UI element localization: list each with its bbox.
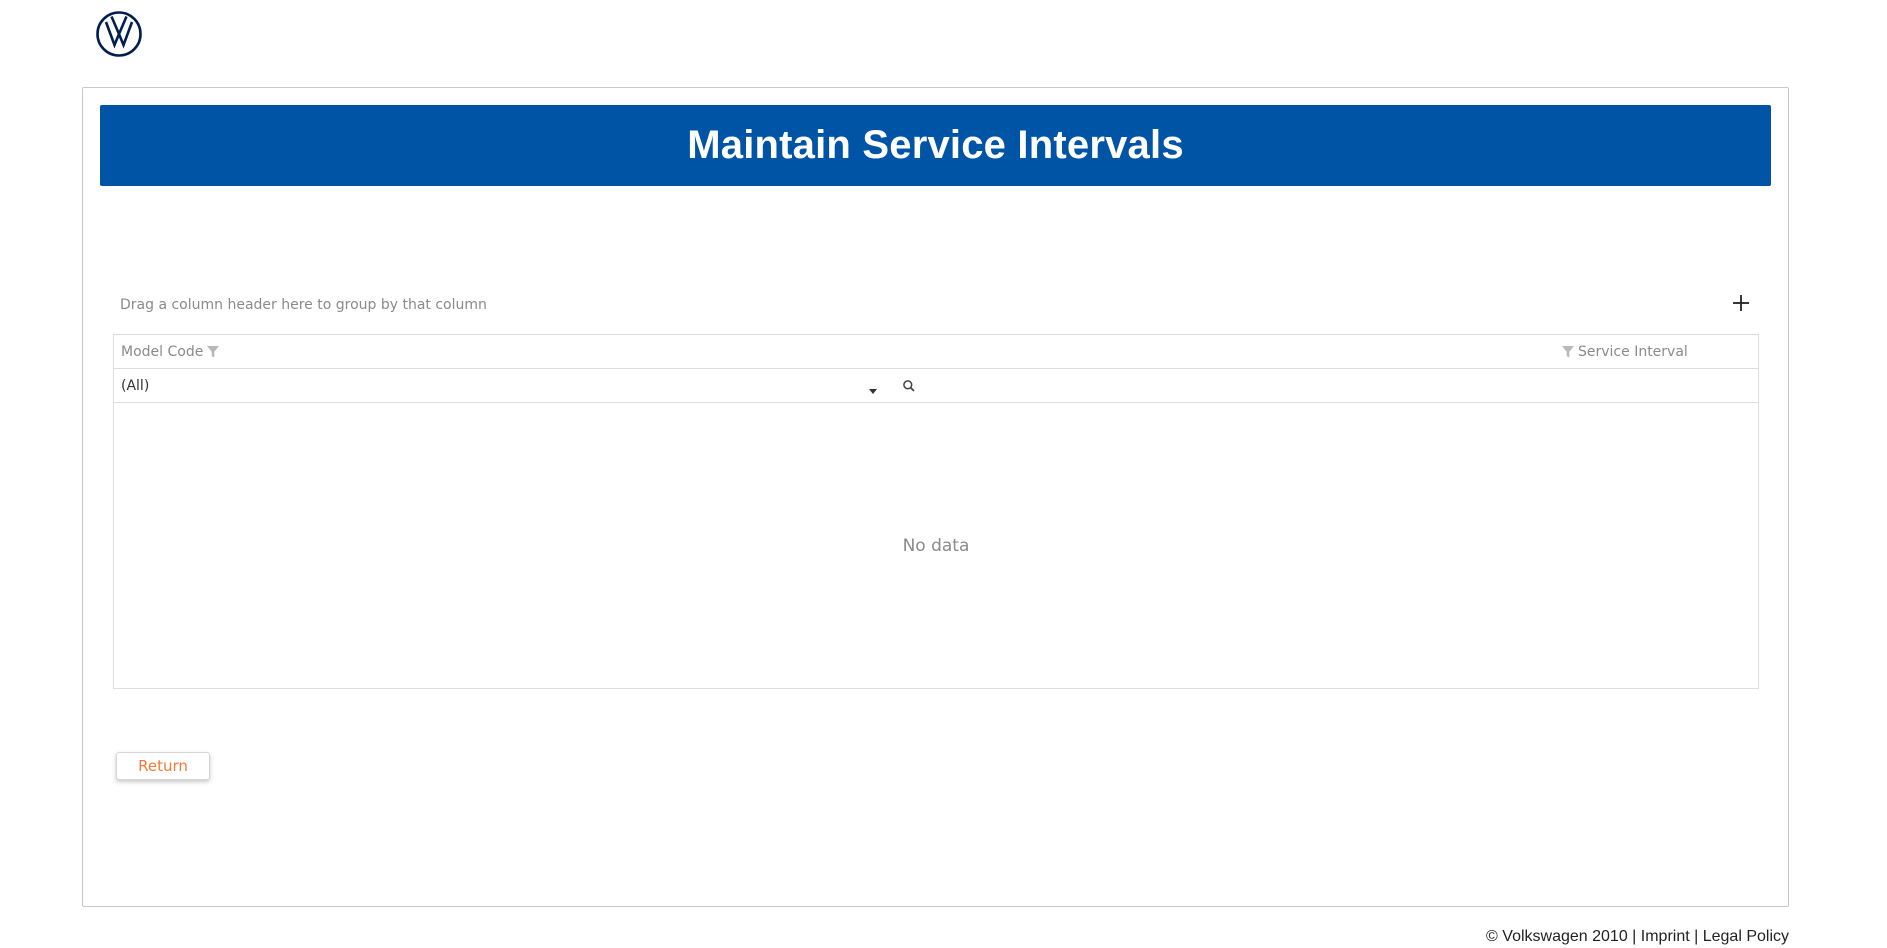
column-header-service-interval[interactable]: Service Interval [1561,344,1688,360]
footer-separator: | [1689,928,1703,945]
vw-logo-icon [95,10,143,58]
footer-separator: | [1627,928,1641,945]
page-header: Maintain Service Intervals [100,105,1771,186]
page-title: Maintain Service Intervals [687,123,1184,167]
caret-down-icon [868,382,878,394]
filter-row: (All) [114,369,1758,403]
grid-body: No data [114,403,1758,688]
model-code-filter-select[interactable]: (All) [114,369,894,402]
imprint-link[interactable]: Imprint [1641,928,1690,945]
group-panel[interactable]: Drag a column header here to group by th… [120,288,1760,318]
column-header-label: Model Code [121,344,204,360]
footer: © Volkswagen 2010 | Imprint | Legal Poli… [1486,928,1789,946]
copyright-text: © Volkswagen 2010 [1486,928,1628,945]
legal-policy-link[interactable]: Legal Policy [1703,928,1789,945]
model-code-filter-value: (All) [121,378,150,394]
plus-icon [1730,292,1752,314]
main-panel: Maintain Service Intervals Drag a column… [82,87,1789,907]
column-header-label: Service Interval [1578,344,1688,360]
service-interval-filter-cell [894,369,1758,402]
search-icon [902,379,916,393]
filter-icon[interactable] [1561,345,1575,359]
return-button[interactable]: Return [116,752,210,780]
add-row-button[interactable] [1730,292,1752,314]
grid-header-row: Model Code Service Interval [114,335,1758,369]
column-header-model-code[interactable]: Model Code [121,344,220,360]
empty-message: No data [902,535,970,556]
filter-icon[interactable] [206,345,220,359]
group-panel-hint: Drag a column header here to group by th… [120,297,487,313]
service-interval-search-input[interactable] [922,373,1746,400]
data-grid: Model Code Service Interval (All) No dat… [113,334,1759,689]
